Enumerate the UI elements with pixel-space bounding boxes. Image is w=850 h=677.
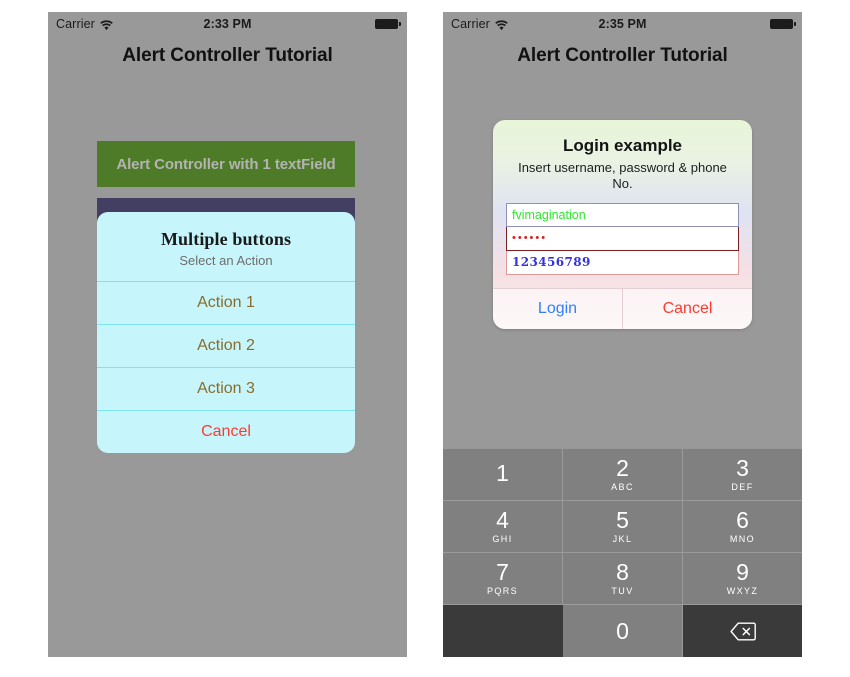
status-bar-right-group (375, 18, 401, 30)
key-3[interactable]: 3 DEF (683, 449, 802, 501)
key-digit: 1 (496, 460, 509, 486)
login-button[interactable]: Login (493, 289, 622, 329)
alert-action-3[interactable]: Action 3 (97, 367, 355, 410)
alert-action-cancel[interactable]: Cancel (97, 410, 355, 453)
nav-title-right: Alert Controller Tutorial (517, 45, 728, 66)
keyboard-row-2: 4 GHI 5 JKL 6 MNO (443, 501, 802, 553)
password-input[interactable]: •••••• (506, 226, 739, 251)
battery-full-icon (375, 18, 401, 30)
status-bar-left: Carrier 2:33 PM (48, 12, 407, 36)
key-digit: 9 (736, 559, 749, 585)
key-letters: TUV (611, 586, 634, 596)
key-5[interactable]: 5 JKL (563, 501, 683, 553)
key-9[interactable]: 9 WXYZ (683, 553, 802, 605)
key-digit: 5 (616, 507, 629, 533)
key-letters: GHI (492, 534, 513, 544)
status-bar-right: Carrier 2:35 PM (443, 12, 802, 36)
phone-number-input[interactable]: 123456789 (506, 250, 739, 275)
login-alert-header: Login example Insert username, password … (493, 120, 752, 203)
key-7[interactable]: 7 PQRS (443, 553, 563, 605)
battery-full-icon (770, 18, 796, 30)
username-input[interactable]: fvimagination (506, 202, 739, 227)
numeric-keyboard: 1 2 ABC 3 DEF 4 GHI 5 JKL 6 MNO 7 PQRS 8… (443, 449, 802, 657)
key-letters: DEF (731, 482, 754, 492)
key-delete[interactable] (683, 605, 802, 657)
nav-title-left: Alert Controller Tutorial (122, 45, 333, 66)
login-alert-fields: fvimagination •••••• 123456789 (493, 202, 752, 288)
key-letters: JKL (612, 534, 633, 544)
alert-header: Multiple buttons Select an Action (97, 212, 355, 281)
screenshot-canvas: Carrier 2:33 PM Alert Controller Tutoria… (0, 0, 850, 677)
key-0[interactable]: 0 (563, 605, 683, 657)
key-digit: 0 (616, 617, 629, 644)
status-bar-right-group (770, 18, 796, 30)
login-alert-message: Insert username, password & phone No. (518, 160, 727, 192)
status-bar-time: 2:33 PM (203, 17, 252, 31)
keyboard-row-4: 0 (443, 605, 802, 657)
alert-message: Select an Action (179, 253, 273, 268)
key-digit: 7 (496, 559, 509, 585)
key-4[interactable]: 4 GHI (443, 501, 563, 553)
delete-icon (729, 622, 756, 641)
key-8[interactable]: 8 TUV (563, 553, 683, 605)
key-digit: 8 (616, 559, 629, 585)
key-digit: 6 (736, 507, 749, 533)
login-alert: Login example Insert username, password … (493, 120, 752, 329)
key-digit: 3 (736, 455, 749, 481)
key-blank (443, 605, 563, 657)
key-letters: ABC (611, 482, 634, 492)
alert-action-2[interactable]: Action 2 (97, 324, 355, 367)
key-6[interactable]: 6 MNO (683, 501, 802, 553)
key-digit: 2 (616, 455, 629, 481)
key-digit: 4 (496, 507, 509, 533)
keyboard-row-1: 1 2 ABC 3 DEF (443, 449, 802, 501)
alert-title: Multiple buttons (160, 229, 292, 249)
key-1[interactable]: 1 (443, 449, 563, 501)
keyboard-row-3: 7 PQRS 8 TUV 9 WXYZ (443, 553, 802, 605)
alert-with-textfield-button[interactable]: Alert Controller with 1 textField (97, 141, 355, 187)
key-letters: WXYZ (726, 586, 759, 596)
key-2[interactable]: 2 ABC (563, 449, 683, 501)
key-letters: MNO (729, 534, 756, 544)
login-alert-title: Login example (562, 136, 683, 155)
login-alert-buttons: Login Cancel (493, 287, 752, 329)
multiple-buttons-alert: Multiple buttons Select an Action Action… (97, 212, 355, 453)
key-letters: PQRS (486, 586, 519, 596)
phone-screen-right: Carrier 2:35 PM Alert Controller Tutoria… (443, 12, 802, 657)
phone-screen-left: Carrier 2:33 PM Alert Controller Tutoria… (48, 12, 407, 657)
login-cancel-button[interactable]: Cancel (622, 288, 752, 329)
alert-action-1[interactable]: Action 1 (97, 281, 355, 324)
status-bar-time: 2:35 PM (598, 17, 647, 31)
